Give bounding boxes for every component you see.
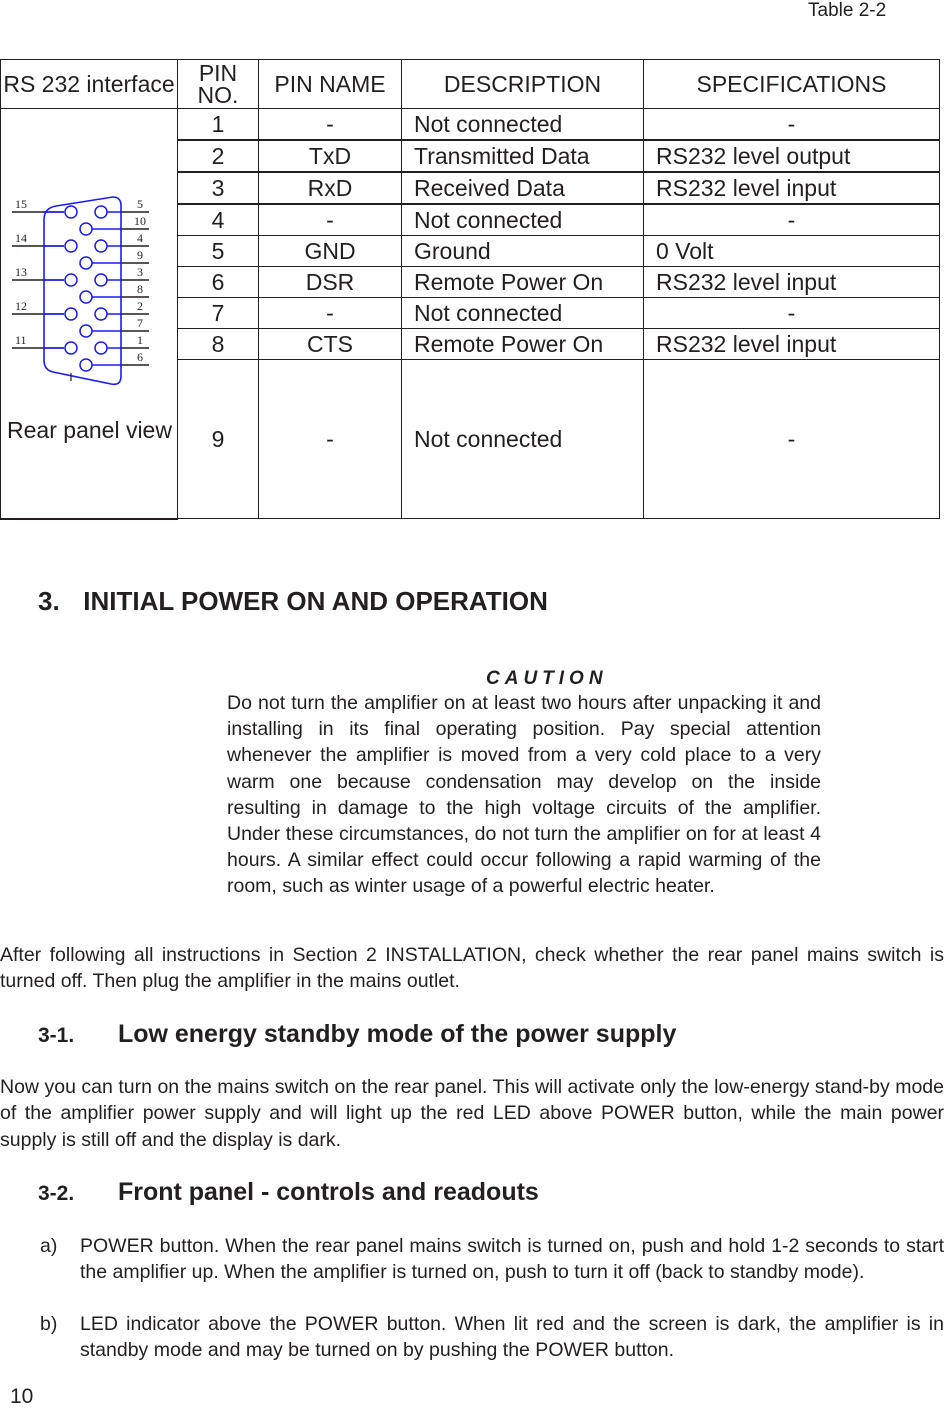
pin-circle [64,307,78,321]
pin-name: RxD [258,171,402,205]
pin-number: 5 [177,235,259,267]
pin-description: Received Data [401,171,644,205]
pin-circle [94,239,108,253]
pin-label: 12 [15,299,27,313]
db15-connector-diagram: 15 14 13 12 11 5 10 4 9 3 8 2 7 1 6 [12,196,149,386]
pin-circle [94,341,108,355]
list-marker: b) [40,1313,58,1335]
pin-number: 8 [177,328,259,360]
caution-body: Do not turn the amplifier on at least tw… [227,692,821,898]
pin-description: Not connected [401,297,644,329]
subsection-3-1-paragraph: Now you can turn on the mains switch on … [0,1076,944,1151]
pin-spec: RS232 level output [643,139,940,173]
pin-number: 3 [177,171,259,205]
pin-description: Transmitted Data [401,139,644,173]
list-item: b) LED indicator above the POWER button.… [40,1311,944,1364]
subsection-heading-3-1: 3-1. Low energy standby mode of the powe… [38,1020,676,1049]
pin-spec: 0 Volt [643,235,940,267]
section-heading: 3. INITIAL POWER ON AND OPERATION [38,586,548,617]
header-description: DESCRIPTION [401,59,644,109]
pin-spec: - [643,108,940,141]
pin-label: 8 [137,282,143,296]
caution-title: CAUTION [486,668,608,689]
header-interface: RS 232 interface [0,59,178,109]
pin-spec: - [643,203,940,236]
pin-number: 1 [177,108,259,141]
pin-name: - [258,297,402,329]
pin-description: Not connected [401,108,644,141]
pin-circle [94,307,108,321]
header-pin-name: PIN NAME [258,59,402,109]
subsection-heading-3-2: 3-2. Front panel - controls and readouts [38,1178,539,1207]
pin-label: 15 [15,197,27,211]
pin-name: TxD [258,139,402,173]
pin-circle [64,273,78,287]
pin-circle [64,239,78,253]
pin-description: Not connected [401,203,644,236]
pin-name: - [258,108,402,141]
section-number: 3. [38,586,60,616]
rear-panel-view-label: Rear panel view [7,417,172,443]
pin-name: DSR [258,266,402,298]
section-title: INITIAL POWER ON AND OPERATION [83,586,548,616]
pin-name: - [258,359,402,519]
pin-name: CTS [258,328,402,360]
subsection-number: 3-2. [38,1182,75,1205]
pin-label: 1 [137,333,143,347]
table-caption: Table 2-2 [808,0,887,21]
pin-label: 11 [15,333,27,347]
pin-label: 9 [137,248,143,262]
pin-circle [79,222,93,236]
pin-name: - [258,203,402,236]
pin-circle [94,273,108,287]
pin-name: GND [258,235,402,267]
pin-spec: RS232 level input [643,328,940,360]
pin-label: 6 [137,350,143,364]
pin-spec: - [643,359,940,519]
subsection-title: Front panel - controls and readouts [117,1178,539,1206]
pin-number: 2 [177,139,259,173]
table-header-row: RS 232 interface PIN NO. PIN NAME DESCRI… [0,59,940,109]
pin-circle [79,290,93,304]
pin-circle [94,205,108,219]
pin-circle [79,256,93,270]
pin-label: 14 [15,231,27,245]
pin-label: 4 [137,231,143,245]
pin-label: 2 [137,299,143,313]
pin-number: 4 [177,203,259,236]
pin-label: 5 [137,197,143,211]
subsection-title: Low energy standby mode of the power sup… [117,1020,677,1048]
header-specifications: SPECIFICATIONS [643,59,940,109]
pin-number: 6 [177,266,259,298]
pin-description: Not connected [401,359,644,519]
pin-label: 3 [137,265,143,279]
subsection-number: 3-1. [38,1024,75,1047]
pinout-table: RS 232 interface PIN NO. PIN NAME DESCRI… [0,59,940,520]
interface-cell: 15 14 13 12 11 5 10 4 9 3 8 2 7 1 6 Rear panel view [0,108,178,520]
pin-spec: RS232 level input [643,171,940,205]
pin-label: 7 [137,316,143,330]
intro-paragraph: After following all instructions in Sect… [0,944,944,993]
pin-label: 10 [134,214,146,228]
pin-spec: - [643,297,940,329]
table-row: 15 14 13 12 11 5 10 4 9 3 8 2 7 1 6 Rear panel view 1 … [0,108,940,520]
pin-description: Ground [401,235,644,267]
pin-circle [79,358,93,372]
pin-label: 13 [15,265,27,279]
list-item-text: LED indicator above the POWER button. Wh… [80,1313,944,1362]
pin-description: Remote Power On [401,328,644,360]
pin-description: Remote Power On [401,266,644,298]
list-item: a) POWER button. When the rear panel mai… [40,1233,944,1286]
pin-circle [64,341,78,355]
pin-circle [64,205,78,219]
pin-number: 7 [177,297,259,329]
list-item-text: POWER button. When the rear panel mains … [80,1235,944,1284]
page-number: 10 [10,1385,34,1408]
list-marker: a) [40,1235,58,1257]
pin-number: 9 [177,359,259,519]
header-pin-no: PIN NO. [177,59,259,109]
pin-circle [79,324,93,338]
pin-spec: RS232 level input [643,266,940,298]
